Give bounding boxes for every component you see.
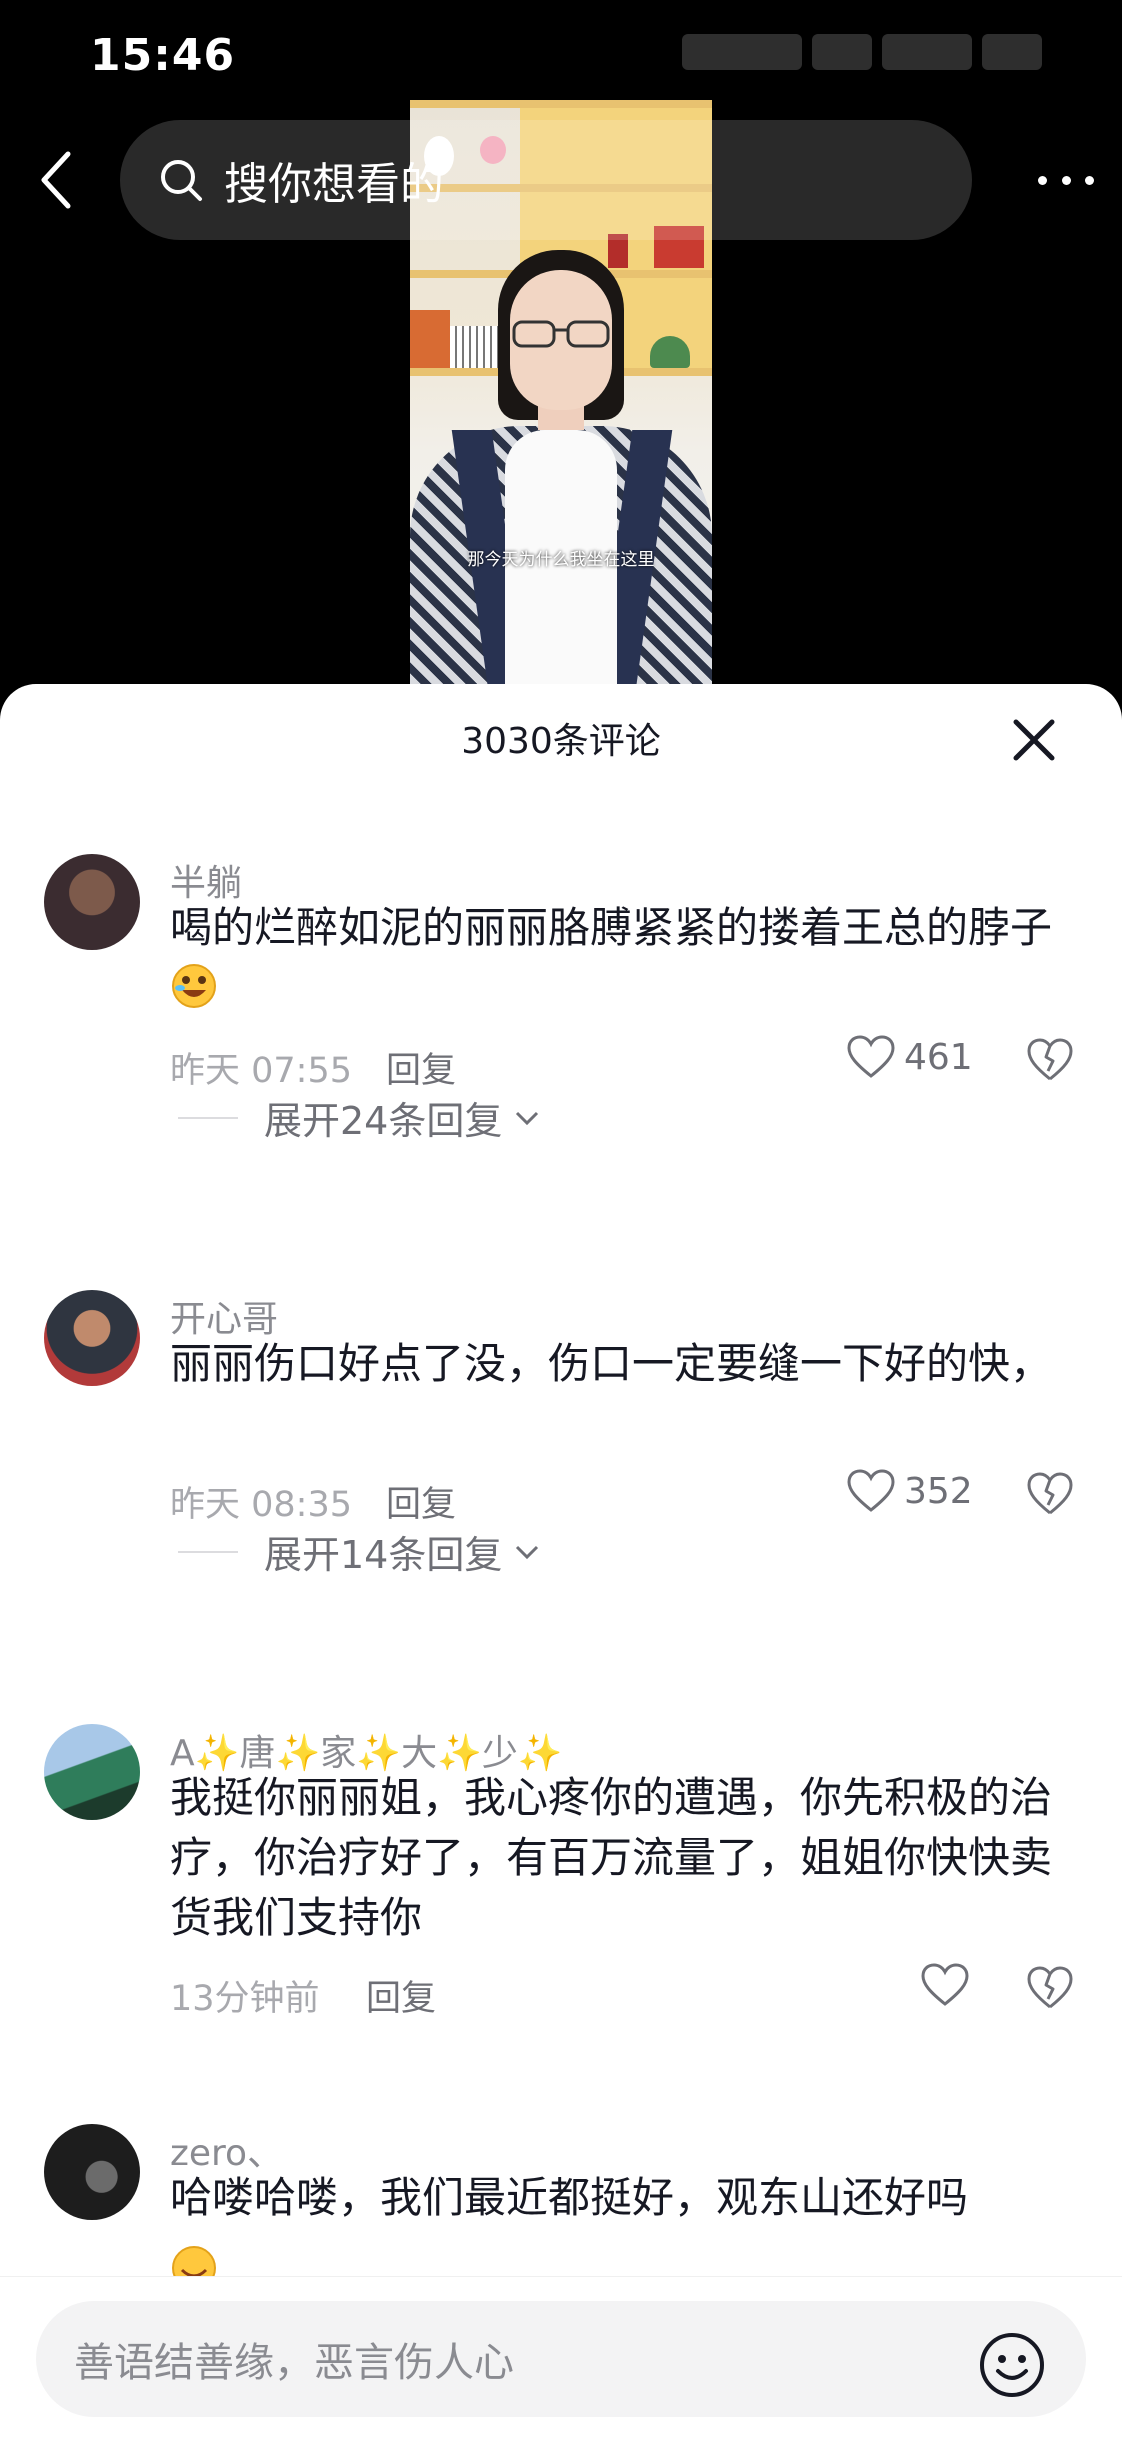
search-bar[interactable]: 搜你想看的 [120,120,972,240]
comment-text: 喝的烂醉如泥的丽丽胳膊紧紧的搂着王总的脖子 [170,898,1080,1018]
expand-replies-button[interactable]: 展开24条回复 [0,1090,1122,1145]
chevron-down-icon [516,1111,539,1125]
glasses [512,320,610,348]
close-icon[interactable] [1010,716,1058,764]
like-count: 352 [904,1470,973,1512]
reply-button[interactable]: 回复 [386,1476,456,1527]
comment-input-bar: 善语结善缘，恶言伤人心 [0,2276,1122,2443]
avatar[interactable] [44,1724,140,1820]
status-icons [682,34,1062,76]
broken-heart-icon[interactable] [1026,1470,1074,1518]
comment-text: 哈喽哈喽，我们最近都挺好，观东山还好吗 [170,2173,969,2222]
expand-replies-button[interactable]: 展开14条回复 [0,1524,1122,1579]
emoji-icon[interactable] [978,2331,1046,2399]
reply-button[interactable]: 回复 [386,1042,456,1093]
video-subtitle: 那今天为什么我坐在这里 [467,550,655,570]
like-button[interactable]: 461 [846,1034,973,1080]
broken-heart-icon[interactable] [1026,1036,1074,1084]
search-placeholder: 搜你想看的 [224,159,444,210]
comment-text: 丽丽伤口好点了没，伤口一定要缝一下好的快， [170,1339,1053,1388]
like-button[interactable] [920,1962,978,2008]
reply-button[interactable]: 回复 [366,1970,436,2021]
comment-input-placeholder: 善语结善缘，恶言伤人心 [74,2340,514,2386]
expand-replies-label: 展开14条回复 [264,1533,503,1577]
like-button[interactable]: 352 [846,1468,973,1514]
comment-time: 昨天 08:35 [170,1485,352,1525]
comment-time: 13分钟前 [170,1979,320,2019]
comment-count-title: 3030条评论 [461,721,661,762]
like-count: 461 [904,1036,973,1078]
search-icon [161,160,202,201]
comment-time: 昨天 07:55 [170,1051,352,1091]
comment-sheet: 3030条评论 半躺 喝的烂醉如泥的丽丽胳膊紧紧的搂着王总的脖子 昨天 07:5… [0,684,1122,2442]
status-time: 15:46 [90,30,236,81]
chevron-down-icon [516,1545,539,1559]
more-icon[interactable] [1038,160,1094,200]
heart-icon [921,1963,969,2006]
avatar[interactable] [44,2124,140,2220]
back-button[interactable] [26,148,86,212]
rofl-emoji-icon [172,964,216,1008]
comment-text: 我挺你丽丽姐，我心疼你的遭遇，你先积极的治疗，你治疗好了，有百万流量了，姐姐你快… [170,1773,1053,1942]
heart-icon [847,1469,895,1512]
avatar[interactable] [44,1290,140,1386]
expand-replies-label: 展开24条回复 [264,1099,503,1143]
comment-input[interactable]: 善语结善缘，恶言伤人心 [36,2301,1086,2417]
avatar[interactable] [44,854,140,950]
broken-heart-icon[interactable] [1026,1964,1074,2012]
heart-icon [847,1035,895,1078]
back-arrow-icon [41,151,71,209]
